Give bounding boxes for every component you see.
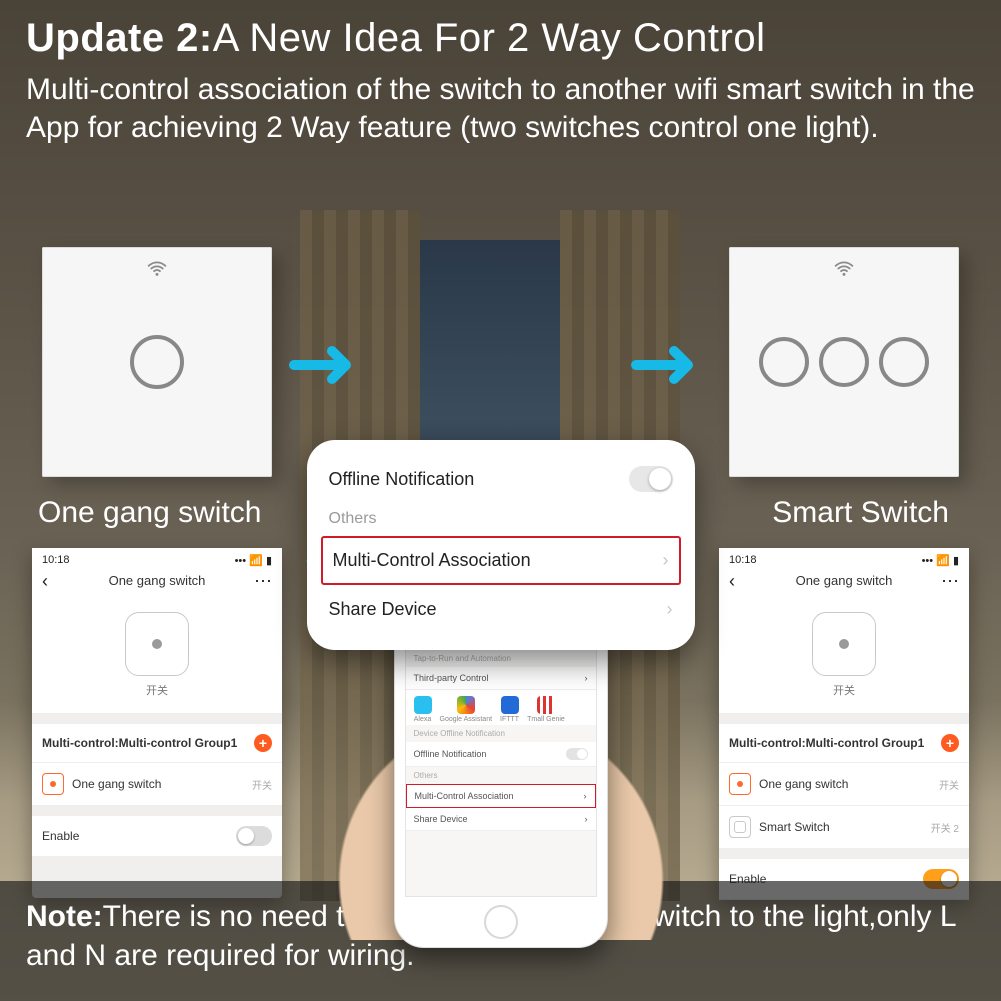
phone-mockup: Tap-to-Run and Automation Third-party Co… xyxy=(394,618,608,948)
product-infographic: Update 2:A New Idea For 2 Way Control Mu… xyxy=(0,0,1001,1001)
popup-row-share[interactable]: Share Device› xyxy=(307,587,695,632)
touch-button-icon xyxy=(130,335,184,389)
plate-label-right: Smart Switch xyxy=(772,496,949,530)
add-icon[interactable]: + xyxy=(254,734,272,752)
device-icon xyxy=(729,773,751,795)
chevron-right-icon: › xyxy=(667,599,673,620)
switch-plate-one-gang xyxy=(42,247,272,477)
device-hero: 开关 xyxy=(32,596,282,714)
integrations-row: Alexa Google Assistant IFTTT Tmall Genie xyxy=(406,690,596,725)
toggle-off-icon[interactable] xyxy=(566,748,588,760)
toggle-off-icon[interactable] xyxy=(236,826,272,846)
device-hero: 开关 xyxy=(719,596,969,714)
alexa-icon xyxy=(414,696,432,714)
list-row-highlighted[interactable]: Multi-Control Association› xyxy=(406,784,596,808)
google-icon xyxy=(457,696,475,714)
app-screenshot-right: 10:18••• 📶 ▮ One gang switch 开关 Multi-co… xyxy=(719,548,969,898)
status-bar: 10:18••• 📶 ▮ xyxy=(32,548,282,569)
group-header-row: Multi-control:Multi-control Group1 + xyxy=(719,724,969,763)
chevron-right-icon: › xyxy=(663,550,669,571)
plate-label-left: One gang switch xyxy=(38,496,261,530)
add-icon[interactable]: + xyxy=(941,734,959,752)
device-icon xyxy=(729,816,751,838)
screen-title: One gang switch xyxy=(32,569,282,596)
ifttt-icon xyxy=(501,696,519,714)
home-button-icon[interactable] xyxy=(484,905,518,939)
switch-plate-three-gang xyxy=(729,247,959,477)
touch-button-icon xyxy=(819,337,869,387)
wifi-icon xyxy=(833,261,855,282)
touch-button-icon xyxy=(759,337,809,387)
tmall-icon xyxy=(537,696,555,714)
status-bar: 10:18••• 📶 ▮ xyxy=(719,548,969,569)
device-tile-icon xyxy=(812,612,876,676)
arrow-right-icon xyxy=(288,340,372,390)
device-tile-icon xyxy=(125,612,189,676)
phone-screen: Tap-to-Run and Automation Third-party Co… xyxy=(405,649,597,897)
group-header-row: Multi-control:Multi-control Group1 + xyxy=(32,724,282,763)
section-label: Others xyxy=(406,767,596,784)
toggle-off-icon[interactable] xyxy=(629,466,673,492)
list-row: Offline Notification xyxy=(406,742,596,767)
list-row[interactable]: Share Device› xyxy=(406,808,596,831)
device-icon xyxy=(42,773,64,795)
app-screenshot-left: 10:18••• 📶 ▮ One gang switch 开关 Multi-co… xyxy=(32,548,282,898)
enable-row: Enable xyxy=(32,816,282,857)
popup-row-offline: Offline Notification xyxy=(307,454,695,504)
section-label: Device Offline Notification xyxy=(406,725,596,742)
screen-title: One gang switch xyxy=(719,569,969,596)
device-row: Smart Switch 开关 2 xyxy=(719,806,969,849)
popup-section-label: Others xyxy=(307,504,695,534)
list-row: Third-party Control› xyxy=(406,667,596,690)
wifi-icon xyxy=(146,261,168,282)
section-label: Tap-to-Run and Automation xyxy=(406,650,596,667)
header: Update 2:A New Idea For 2 Way Control Mu… xyxy=(0,0,1001,164)
popup-row-highlighted[interactable]: Multi-Control Association› xyxy=(321,536,681,585)
settings-popup: Offline Notification Others Multi-Contro… xyxy=(307,440,695,650)
device-row: One gang switch 开关 xyxy=(32,763,282,806)
device-row: One gang switch 开关 xyxy=(719,763,969,806)
touch-button-icon xyxy=(879,337,929,387)
arrow-right-icon xyxy=(630,340,714,390)
subheadline: Multi-control association of the switch … xyxy=(26,71,975,146)
headline: Update 2:A New Idea For 2 Way Control xyxy=(26,16,975,61)
